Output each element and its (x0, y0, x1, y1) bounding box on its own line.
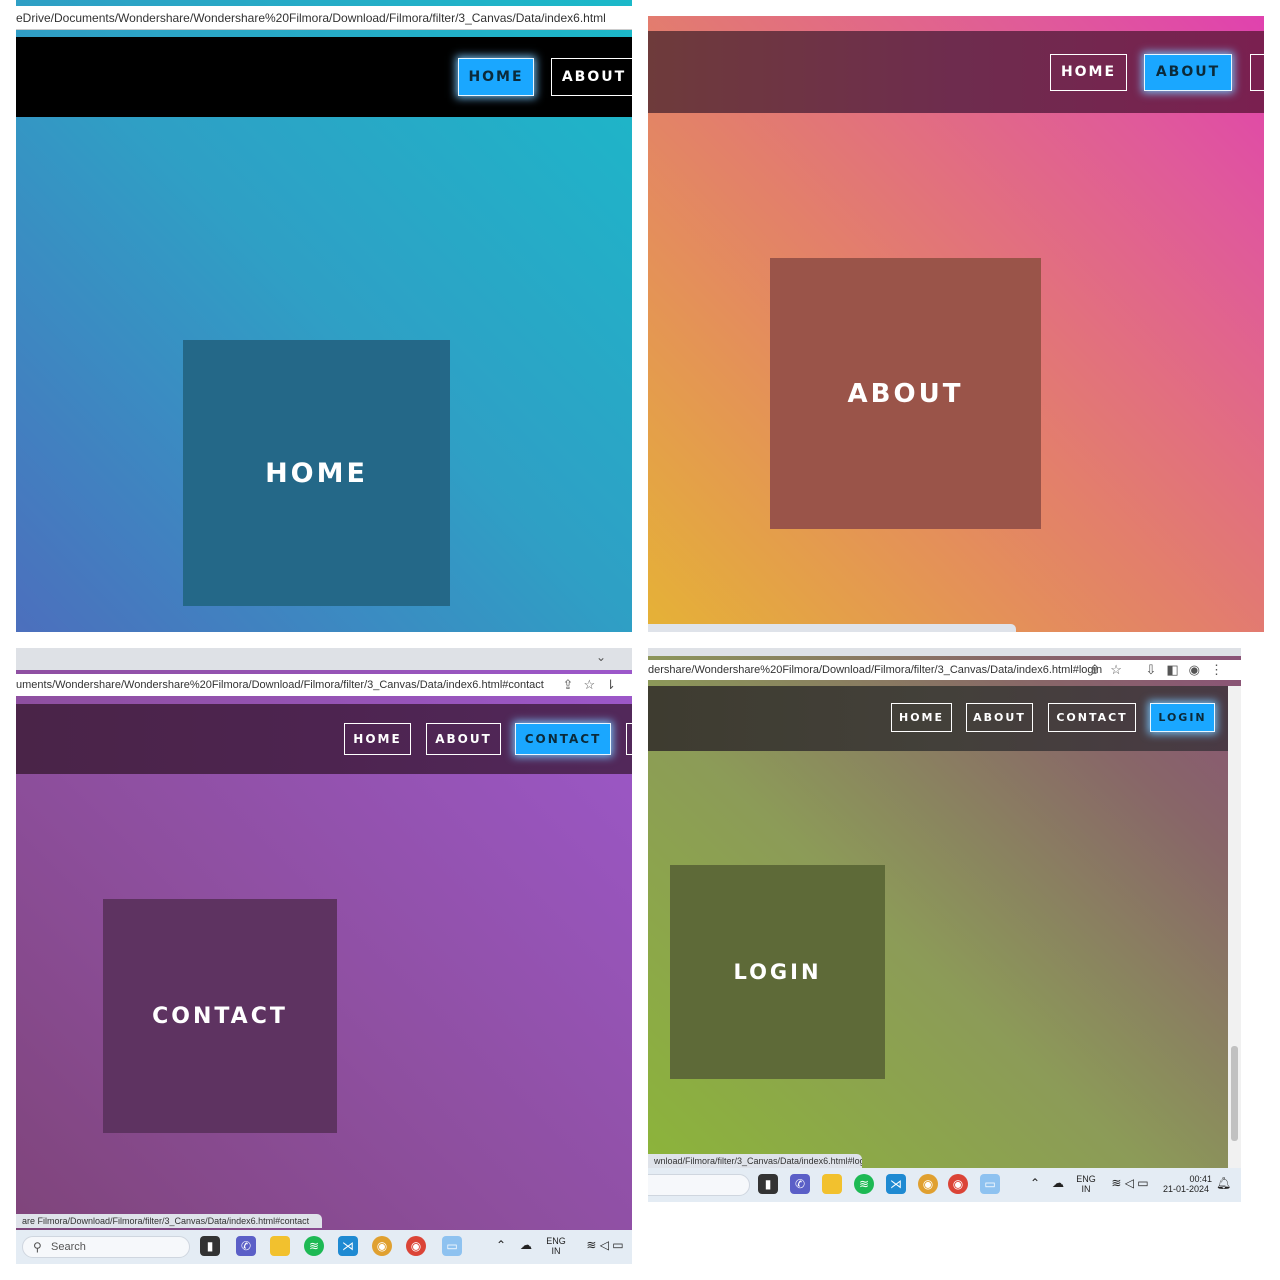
vertical-scrollbar[interactable] (1228, 686, 1241, 1168)
url-text: eDrive/Documents/Wondershare/Wondershare… (16, 11, 606, 25)
vscode-icon[interactable]: ⋊ (886, 1174, 906, 1194)
link-status-bar (648, 624, 1016, 632)
status-url: wnload/Filmora/filter/3_Canvas/Data/inde… (654, 1156, 862, 1166)
chrome-canary-icon[interactable]: ◉ (918, 1174, 938, 1194)
screen-app-icon[interactable]: ▭ (442, 1236, 462, 1256)
chrome-icon[interactable]: ◉ (406, 1236, 426, 1256)
taskbar-search[interactable] (648, 1174, 750, 1196)
home-window: eDrive/Documents/Wondershare/Wondershare… (16, 0, 632, 632)
teams-icon[interactable]: ✆ (790, 1174, 810, 1194)
screen-app-icon[interactable]: ▭ (980, 1174, 1000, 1194)
home-content-box: HOME (183, 340, 450, 606)
spotify-icon[interactable]: ≋ (854, 1174, 874, 1194)
windows-taskbar: ⚲ Search ▮ ✆ ≋ ⋊ ◉ ◉ ▭ ⌃ ☁ ENG IN ≋ ◁ ▭ (16, 1230, 632, 1264)
task-view-icon[interactable]: ▮ (758, 1174, 778, 1194)
site-navbar: HOME ABOUT (16, 37, 632, 117)
file-explorer-icon[interactable] (822, 1174, 842, 1194)
nav-next-button-partial[interactable] (1250, 54, 1264, 91)
address-bar[interactable]: eDrive/Documents/Wondershare/Wondershare… (16, 6, 632, 30)
lang-code: ENG (546, 1236, 566, 1246)
tab-strip (648, 648, 1241, 656)
link-status-bar: are Filmora/Download/Filmora/filter/3_Ca… (16, 1214, 322, 1228)
language-indicator[interactable]: ENG IN (1074, 1174, 1098, 1194)
nav-home-button[interactable]: HOME (458, 58, 534, 96)
nav-contact-button[interactable]: CONTACT (1048, 703, 1136, 732)
nav-about-button[interactable]: ABOUT (966, 703, 1033, 732)
nav-home-button[interactable]: HOME (344, 723, 411, 755)
site-navbar: HOME ABOUT CONTACT LOGIN (648, 686, 1241, 751)
nav-home-button[interactable]: HOME (891, 703, 952, 732)
browser-toolbar-icons[interactable]: ⇪☆ ⇩◧◉⋮ (1089, 660, 1233, 680)
language-indicator[interactable]: ENG IN (544, 1236, 568, 1256)
address-bar-strip (648, 0, 1264, 16)
about-title: ABOUT (847, 378, 964, 409)
vscode-icon[interactable]: ⋊ (338, 1236, 358, 1256)
url-text: uments/Wondershare/Wondershare%20Filmora… (16, 679, 544, 691)
task-view-icon[interactable]: ▮ (200, 1236, 220, 1256)
clock[interactable]: 00:41 21-01-2024 (1160, 1174, 1212, 1194)
wifi-volume-battery-icons[interactable]: ≋ ◁ ▭ (578, 1239, 632, 1251)
login-window: dershare/Wondershare%20Filmora/Download/… (648, 648, 1241, 1202)
tray-overflow-icon[interactable]: ⌃ (496, 1239, 506, 1251)
contact-window: ⌄ uments/Wondershare/Wondershare%20Filmo… (16, 648, 632, 1264)
clock-date: 21-01-2024 (1162, 1184, 1210, 1194)
region-code: IN (1081, 1184, 1091, 1194)
search-label: Search (51, 1241, 86, 1253)
nav-next-button-partial[interactable] (626, 723, 632, 755)
url-text: dershare/Wondershare%20Filmora/Download/… (648, 664, 1103, 676)
windows-taskbar: ▮ ✆ ≋ ⋊ ◉ ◉ ▭ ⌃ ☁ ENG IN ≋ ◁ ▭ 00:41 21-… (648, 1168, 1241, 1202)
nav-login-button[interactable]: LOGIN (1150, 703, 1215, 732)
chrome-icon[interactable]: ◉ (948, 1174, 968, 1194)
address-bar[interactable]: dershare/Wondershare%20Filmora/Download/… (648, 660, 1241, 680)
login-content-box: LOGIN (670, 865, 885, 1079)
login-title: LOGIN (733, 960, 822, 984)
cloud-icon[interactable]: ☁ (520, 1239, 532, 1251)
lang-code: ENG (1076, 1174, 1096, 1184)
link-status-bar: wnload/Filmora/filter/3_Canvas/Data/inde… (648, 1154, 862, 1168)
region-code: IN (551, 1246, 561, 1256)
search-icon: ⚲ (33, 1240, 42, 1254)
site-navbar: HOME ABOUT (648, 31, 1264, 113)
address-bar[interactable]: uments/Wondershare/Wondershare%20Filmora… (16, 674, 632, 696)
taskbar-search[interactable]: ⚲ Search (22, 1236, 190, 1258)
nav-about-button[interactable]: ABOUT (1144, 54, 1232, 91)
contact-content-box: CONTACT (103, 899, 337, 1133)
tab-strip: ⌄ (16, 648, 632, 670)
status-url: are Filmora/Download/Filmora/filter/3_Ca… (22, 1216, 310, 1226)
chrome-canary-icon[interactable]: ◉ (372, 1236, 392, 1256)
file-explorer-icon[interactable] (270, 1236, 290, 1256)
notification-bell-icon[interactable]: 🔔︎ (1216, 1177, 1231, 1189)
about-window: HOME ABOUT ABOUT (648, 0, 1264, 632)
share-star-icons[interactable]: ⇪☆⇂ (563, 674, 626, 696)
nav-about-button[interactable]: ABOUT (551, 58, 632, 96)
teams-icon[interactable]: ✆ (236, 1236, 256, 1256)
about-content-box: ABOUT (770, 258, 1041, 529)
clock-time: 00:41 (1189, 1174, 1212, 1184)
tray-overflow-icon[interactable]: ⌃ (1030, 1177, 1040, 1189)
spotify-icon[interactable]: ≋ (304, 1236, 324, 1256)
site-navbar: HOME ABOUT CONTACT (16, 704, 632, 774)
nav-about-button[interactable]: ABOUT (426, 723, 501, 755)
wifi-volume-battery-icons[interactable]: ≋ ◁ ▭ (1104, 1177, 1156, 1189)
chevron-down-icon[interactable]: ⌄ (596, 650, 606, 664)
nav-contact-button[interactable]: CONTACT (515, 723, 611, 755)
scrollbar-thumb[interactable] (1231, 1046, 1238, 1141)
home-title: HOME (265, 457, 368, 489)
nav-home-button[interactable]: HOME (1050, 54, 1127, 91)
contact-title: CONTACT (152, 1003, 288, 1029)
cloud-icon[interactable]: ☁ (1052, 1177, 1064, 1189)
